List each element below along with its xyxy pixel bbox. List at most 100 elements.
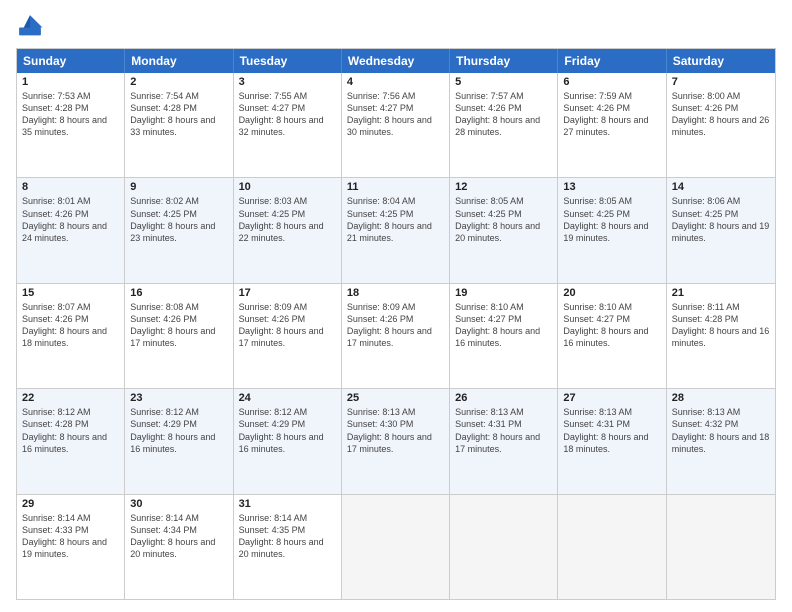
- weekday-header-friday: Friday: [558, 49, 666, 73]
- cell-info: Sunrise: 8:07 AMSunset: 4:26 PMDaylight:…: [22, 301, 119, 350]
- day-cell-23: 23Sunrise: 8:12 AMSunset: 4:29 PMDayligh…: [125, 389, 233, 493]
- day-number: 10: [239, 181, 336, 193]
- cell-info: Sunrise: 8:13 AMSunset: 4:31 PMDaylight:…: [563, 406, 660, 455]
- day-number: 30: [130, 498, 227, 510]
- day-cell-16: 16 Sunrise: 8:08 AMSunset: 4:26 PMDayligh…: [125, 284, 233, 388]
- empty-cell: [450, 495, 558, 599]
- calendar: SundayMondayTuesdayWednesdayThursdayFrid…: [16, 48, 776, 600]
- day-cell-1: 1 Sunrise: 7:53 AMSunset: 4:28 PMDaylight…: [17, 73, 125, 177]
- calendar-row-0: 1 Sunrise: 7:53 AMSunset: 4:28 PMDaylight…: [17, 73, 775, 177]
- day-cell-30: 30 Sunrise: 8:14 AMSunset: 4:34 PMDayligh…: [125, 495, 233, 599]
- calendar-row-4: 29 Sunrise: 8:14 AMSunset: 4:33 PMDayligh…: [17, 494, 775, 599]
- day-cell-27: 27 Sunrise: 8:13 AMSunset: 4:31 PMDayligh…: [558, 389, 666, 493]
- cell-info: Sunrise: 8:04 AMSunset: 4:25 PMDaylight:…: [347, 195, 444, 244]
- weekday-header-wednesday: Wednesday: [342, 49, 450, 73]
- cell-info: Sunrise: 8:13 AMSunset: 4:31 PMDaylight:…: [455, 406, 552, 455]
- cell-info: Sunrise: 8:14 AMSunset: 4:34 PMDaylight:…: [130, 512, 227, 561]
- day-number: 31: [239, 498, 336, 510]
- day-cell-10: 10Sunrise: 8:03 AMSunset: 4:25 PMDayligh…: [234, 178, 342, 282]
- day-number: 11: [347, 181, 444, 193]
- day-number: 6: [563, 76, 660, 88]
- day-number: 20: [563, 287, 660, 299]
- page-header: [16, 12, 776, 40]
- day-cell-5: 5 Sunrise: 7:57 AMSunset: 4:26 PMDaylight…: [450, 73, 558, 177]
- empty-cell: [342, 495, 450, 599]
- day-number: 5: [455, 76, 552, 88]
- weekday-header-monday: Monday: [125, 49, 233, 73]
- cell-info: Sunrise: 7:54 AMSunset: 4:28 PMDaylight:…: [130, 90, 227, 139]
- day-cell-11: 11 Sunrise: 8:04 AMSunset: 4:25 PMDayligh…: [342, 178, 450, 282]
- day-number: 1: [22, 76, 119, 88]
- day-number: 28: [672, 392, 770, 404]
- cell-info: Sunrise: 8:06 AMSunset: 4:25 PMDaylight:…: [672, 195, 770, 244]
- day-number: 17: [239, 287, 336, 299]
- day-cell-31: 31 Sunrise: 8:14 AMSunset: 4:35 PMDayligh…: [234, 495, 342, 599]
- day-number: 19: [455, 287, 552, 299]
- weekday-header-thursday: Thursday: [450, 49, 558, 73]
- day-number: 25: [347, 392, 444, 404]
- cell-info: Sunrise: 8:14 AMSunset: 4:35 PMDaylight:…: [239, 512, 336, 561]
- cell-info: Sunrise: 8:09 AMSunset: 4:26 PMDaylight:…: [239, 301, 336, 350]
- day-cell-2: 2 Sunrise: 7:54 AMSunset: 4:28 PMDaylight…: [125, 73, 233, 177]
- day-number: 15: [22, 287, 119, 299]
- calendar-row-2: 15 Sunrise: 8:07 AMSunset: 4:26 PMDayligh…: [17, 283, 775, 388]
- cell-info: Sunrise: 8:01 AMSunset: 4:26 PMDaylight:…: [22, 195, 119, 244]
- day-cell-6: 6 Sunrise: 7:59 AMSunset: 4:26 PMDaylight…: [558, 73, 666, 177]
- cell-info: Sunrise: 8:12 AMSunset: 4:28 PMDaylight:…: [22, 406, 119, 455]
- day-number: 27: [563, 392, 660, 404]
- day-cell-18: 18 Sunrise: 8:09 AMSunset: 4:26 PMDayligh…: [342, 284, 450, 388]
- cell-info: Sunrise: 8:12 AMSunset: 4:29 PMDaylight:…: [239, 406, 336, 455]
- day-cell-3: 3 Sunrise: 7:55 AMSunset: 4:27 PMDaylight…: [234, 73, 342, 177]
- day-number: 18: [347, 287, 444, 299]
- day-number: 3: [239, 76, 336, 88]
- day-number: 24: [239, 392, 336, 404]
- empty-cell: [558, 495, 666, 599]
- day-cell-19: 19 Sunrise: 8:10 AMSunset: 4:27 PMDayligh…: [450, 284, 558, 388]
- cell-info: Sunrise: 7:56 AMSunset: 4:27 PMDaylight:…: [347, 90, 444, 139]
- day-number: 2: [130, 76, 227, 88]
- day-cell-26: 26 Sunrise: 8:13 AMSunset: 4:31 PMDayligh…: [450, 389, 558, 493]
- cell-info: Sunrise: 8:05 AMSunset: 4:25 PMDaylight:…: [455, 195, 552, 244]
- cell-info: Sunrise: 8:05 AMSunset: 4:25 PMDaylight:…: [563, 195, 660, 244]
- cell-info: Sunrise: 8:13 AMSunset: 4:30 PMDaylight:…: [347, 406, 444, 455]
- cell-info: Sunrise: 8:14 AMSunset: 4:33 PMDaylight:…: [22, 512, 119, 561]
- day-cell-9: 9Sunrise: 8:02 AMSunset: 4:25 PMDaylight…: [125, 178, 233, 282]
- cell-info: Sunrise: 7:57 AMSunset: 4:26 PMDaylight:…: [455, 90, 552, 139]
- day-cell-4: 4 Sunrise: 7:56 AMSunset: 4:27 PMDaylight…: [342, 73, 450, 177]
- cell-info: Sunrise: 8:10 AMSunset: 4:27 PMDaylight:…: [455, 301, 552, 350]
- day-cell-17: 17 Sunrise: 8:09 AMSunset: 4:26 PMDayligh…: [234, 284, 342, 388]
- cell-info: Sunrise: 8:12 AMSunset: 4:29 PMDaylight:…: [130, 406, 227, 455]
- day-number: 8: [22, 181, 119, 193]
- day-cell-14: 14 Sunrise: 8:06 AMSunset: 4:25 PMDayligh…: [667, 178, 775, 282]
- day-number: 7: [672, 76, 770, 88]
- day-number: 26: [455, 392, 552, 404]
- logo: [16, 12, 48, 40]
- calendar-body: 1 Sunrise: 7:53 AMSunset: 4:28 PMDaylight…: [17, 73, 775, 599]
- cell-info: Sunrise: 7:59 AMSunset: 4:26 PMDaylight:…: [563, 90, 660, 139]
- cell-info: Sunrise: 8:09 AMSunset: 4:26 PMDaylight:…: [347, 301, 444, 350]
- day-cell-29: 29 Sunrise: 8:14 AMSunset: 4:33 PMDayligh…: [17, 495, 125, 599]
- cell-info: Sunrise: 8:02 AMSunset: 4:25 PMDaylight:…: [130, 195, 227, 244]
- day-number: 29: [22, 498, 119, 510]
- day-number: 16: [130, 287, 227, 299]
- day-number: 12: [455, 181, 552, 193]
- cell-info: Sunrise: 8:10 AMSunset: 4:27 PMDaylight:…: [563, 301, 660, 350]
- day-number: 14: [672, 181, 770, 193]
- day-cell-8: 8 Sunrise: 8:01 AMSunset: 4:26 PMDaylight…: [17, 178, 125, 282]
- weekday-header-sunday: Sunday: [17, 49, 125, 73]
- day-cell-15: 15 Sunrise: 8:07 AMSunset: 4:26 PMDayligh…: [17, 284, 125, 388]
- calendar-row-1: 8 Sunrise: 8:01 AMSunset: 4:26 PMDaylight…: [17, 177, 775, 282]
- calendar-row-3: 22 Sunrise: 8:12 AMSunset: 4:28 PMDayligh…: [17, 388, 775, 493]
- day-number: 4: [347, 76, 444, 88]
- day-number: 21: [672, 287, 770, 299]
- day-cell-7: 7Sunrise: 8:00 AMSunset: 4:26 PMDaylight…: [667, 73, 775, 177]
- cell-info: Sunrise: 7:55 AMSunset: 4:27 PMDaylight:…: [239, 90, 336, 139]
- weekday-header-tuesday: Tuesday: [234, 49, 342, 73]
- logo-icon: [16, 12, 44, 40]
- calendar-header: SundayMondayTuesdayWednesdayThursdayFrid…: [17, 49, 775, 73]
- day-number: 22: [22, 392, 119, 404]
- cell-info: Sunrise: 8:08 AMSunset: 4:26 PMDaylight:…: [130, 301, 227, 350]
- cell-info: Sunrise: 7:53 AMSunset: 4:28 PMDaylight:…: [22, 90, 119, 139]
- day-cell-21: 21Sunrise: 8:11 AMSunset: 4:28 PMDayligh…: [667, 284, 775, 388]
- day-cell-24: 24 Sunrise: 8:12 AMSunset: 4:29 PMDayligh…: [234, 389, 342, 493]
